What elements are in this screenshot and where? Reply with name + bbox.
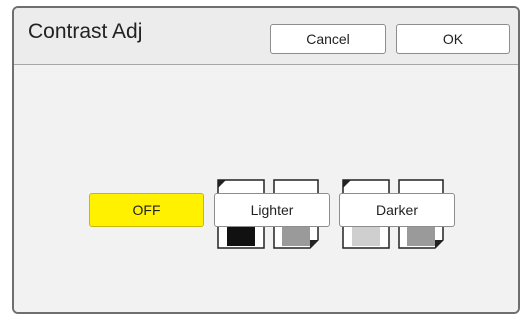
cancel-button[interactable]: Cancel (270, 24, 386, 54)
dialog-header: Contrast Adj Cancel OK (14, 8, 518, 65)
options-area: OFF Lighter Darker (14, 65, 518, 312)
ok-button[interactable]: OK (396, 24, 510, 54)
contrast-lighter-button[interactable]: Lighter (214, 193, 330, 227)
contrast-adjust-dialog: Contrast Adj Cancel OK OFF Lighter Darke… (12, 6, 520, 314)
contrast-off-button[interactable]: OFF (89, 193, 204, 227)
contrast-darker-button[interactable]: Darker (339, 193, 455, 227)
dialog-title: Contrast Adj (28, 20, 143, 43)
